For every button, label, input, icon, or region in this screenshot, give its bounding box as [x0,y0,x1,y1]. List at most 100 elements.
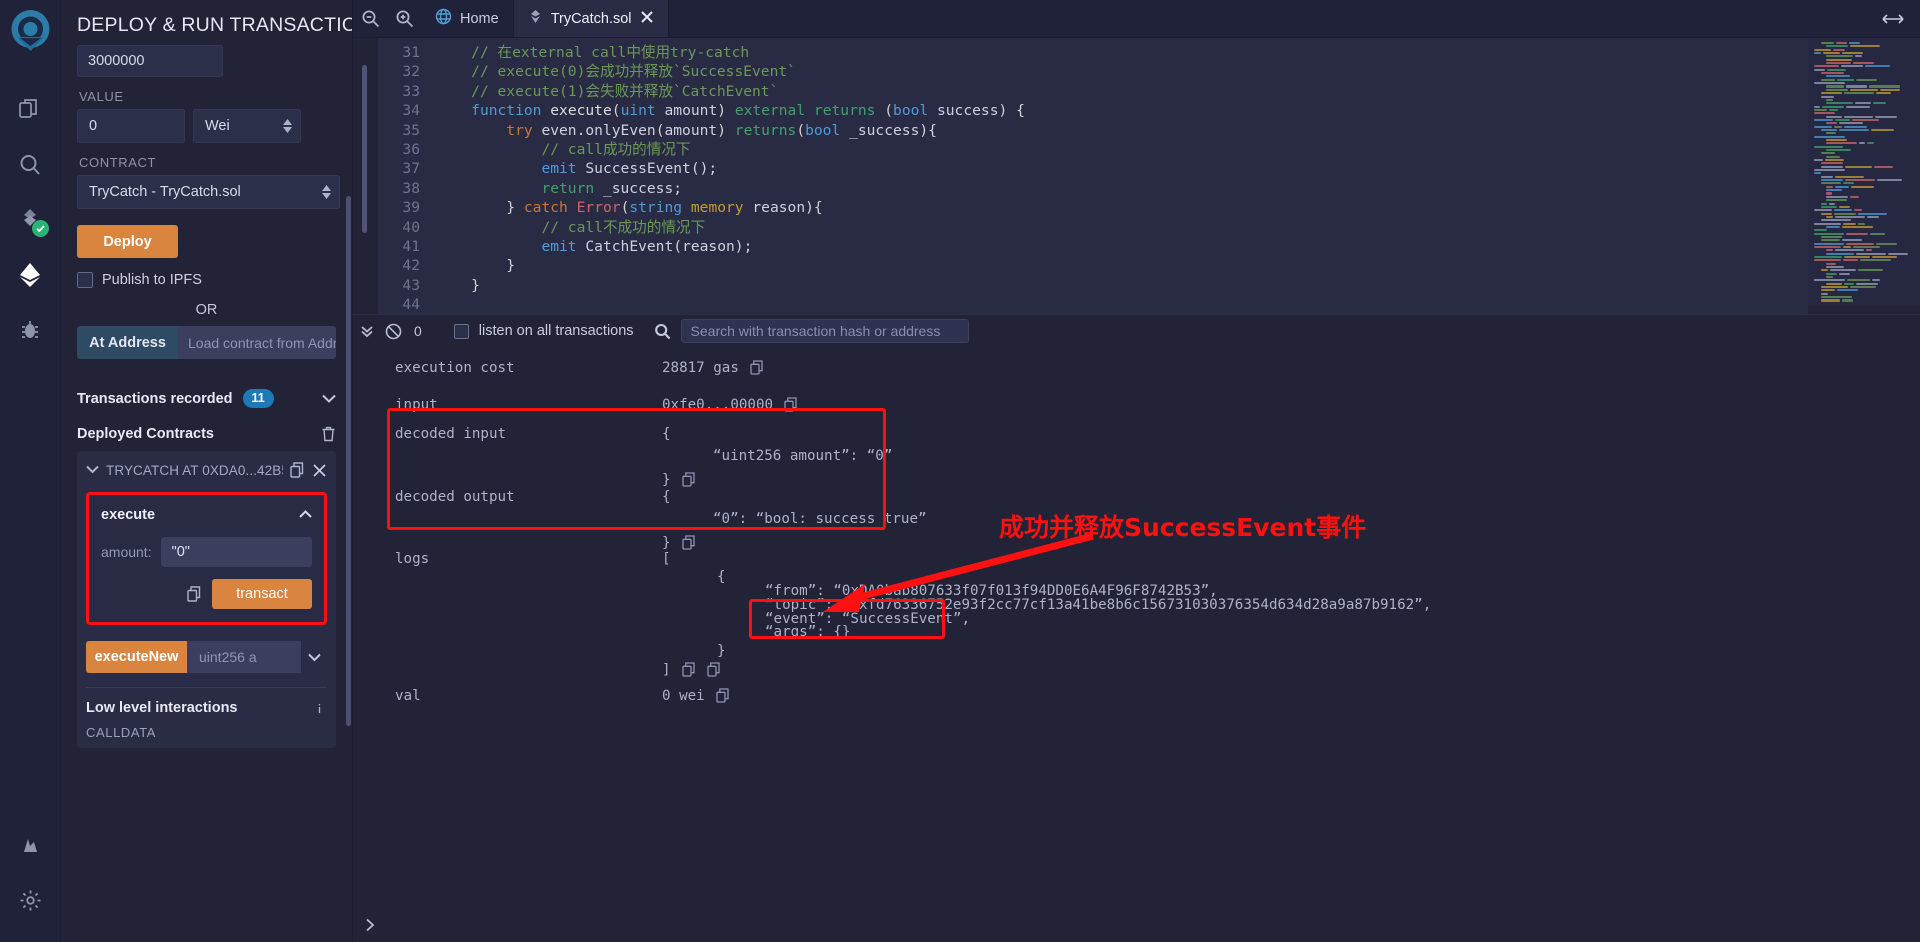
listen-all-transactions-checkbox[interactable] [454,324,469,339]
decoded-input-open-brace: { [662,426,671,442]
minimap-line [1814,279,1914,281]
minimap-line [1814,236,1914,238]
deploy-button[interactable]: Deploy [77,225,178,258]
minimap-line [1814,119,1914,121]
copy-icon[interactable] [750,360,764,375]
value-row: 0 Wei [77,109,336,143]
sidebar-item-plugin-manager[interactable] [0,818,61,873]
minimap-line [1814,226,1914,228]
code-text: return _success; [436,179,682,198]
zoom-out-icon[interactable] [353,0,387,37]
execution-cost-value: 28817 gas [662,360,739,376]
minimap-line [1814,109,1914,111]
minimap-line [1814,246,1914,248]
tab-trycatch-label: TryCatch.sol [551,11,632,27]
sidebar-item-settings[interactable] [0,873,61,928]
minimap-line [1814,283,1914,285]
tab-home[interactable]: Home [421,0,514,37]
clear-deployed-trash-icon[interactable] [321,426,336,442]
clear-console-icon[interactable] [385,323,402,340]
copy-icon[interactable] [784,397,798,412]
sidebar-item-search[interactable] [0,137,61,192]
publish-ipfs-label: Publish to IPFS [102,272,202,288]
sidebar-item-deploy-run[interactable] [0,247,61,302]
transaction-search-input[interactable]: Search with transaction hash or address [681,319,969,343]
minimap-line [1814,233,1914,235]
sidebar-item-debugger[interactable] [0,302,61,357]
execute-new-button[interactable]: executeNew [86,641,187,673]
code-line: 39 } catch Error(string memory reason){ [378,198,1808,217]
execute-function-header[interactable]: execute [101,506,312,524]
close-instance-icon[interactable] [312,463,327,478]
minimap-line [1814,256,1914,258]
amount-input[interactable]: "0" [161,537,312,567]
copy-icon[interactable] [682,662,696,677]
logs-close-bracket-row: ] [662,662,721,678]
chevron-down-icon[interactable] [322,390,336,408]
left-panel-scrollbar[interactable] [346,196,351,726]
value-amount-input[interactable]: 0 [77,109,185,143]
minimap-line [1814,136,1914,138]
minimap-line [1814,229,1914,231]
sidebar-item-solidity-compiler[interactable] [0,192,61,247]
chevron-up-icon[interactable] [299,506,312,524]
at-address-input[interactable]: Load contract from Addre [178,326,336,359]
code-text: function execute(uint amount) external r… [436,101,1025,120]
transactions-recorded-row[interactable]: Transactions recorded 11 [77,389,336,410]
tab-trycatch-sol[interactable]: TryCatch.sol [514,0,669,37]
at-address-button[interactable]: At Address [77,326,178,359]
info-icon[interactable] [312,701,327,716]
code-pane[interactable]: 31 // 在external call中使用try-catch32 // ex… [378,38,1808,314]
minimap-line [1814,263,1914,265]
decoded-output-open: { [662,489,671,505]
copy-address-icon[interactable] [290,462,305,478]
execute-new-input[interactable]: uint256 a [187,641,301,673]
decoded-input-open: { [662,426,671,442]
minimap-line [1814,49,1914,51]
value-unit-select[interactable]: Wei [193,109,301,143]
copy-icon[interactable] [716,688,730,703]
minimap-line [1814,276,1914,278]
search-icon[interactable] [654,323,671,340]
chevron-down-icon[interactable] [301,641,327,673]
zoom-in-icon[interactable] [387,0,421,37]
publish-ipfs-row[interactable]: Publish to IPFS [77,272,336,288]
transactions-recorded-label: Transactions recorded [77,391,233,407]
close-tab-icon[interactable] [640,10,654,28]
minimap-line [1814,129,1914,131]
publish-ipfs-checkbox[interactable] [77,272,93,288]
code-text: } [436,276,480,295]
expand-right-icon[interactable] [363,918,377,937]
editor-minimap[interactable] [1808,38,1920,306]
minimap-line [1814,106,1914,108]
remix-ide-window: DEPLOY & RUN TRANSACTIONS 3000000 VALUE … [0,0,1920,942]
contract-select[interactable]: TryCatch - TryCatch.sol [77,175,340,209]
editor-vertical-scrollbar[interactable] [362,65,367,233]
deployed-instance-header[interactable]: TRYCATCH AT 0XDA0...42B53 (ME [86,461,327,479]
decoded-output-body-row: “0”: “bool: success true” [713,511,927,527]
copy-icon[interactable] [707,662,721,677]
input-value-row: 0xfe0...00000 [662,397,798,413]
copy-icon[interactable] [682,472,696,487]
code-line: 31 // 在external call中使用try-catch [378,43,1808,62]
activity-icon-bar [0,0,61,942]
minimap-line [1814,99,1914,101]
sidebar-item-file-explorer[interactable] [0,82,61,137]
at-address-row: At Address Load contract from Addre [77,326,336,359]
toggle-fullscreen-icon[interactable] [1866,0,1920,37]
line-number: 33 [378,82,436,101]
code-text: // call成功的情况下 [436,140,691,159]
amount-param-row: amount: "0" [101,537,312,567]
minimap-line [1814,116,1914,118]
gas-limit-input[interactable]: 3000000 [77,45,223,77]
collapse-terminal-icon[interactable] [359,323,375,339]
copy-icon[interactable] [682,535,696,550]
minimap-line [1814,213,1914,215]
copy-calldata-icon[interactable] [187,586,202,602]
transact-button[interactable]: transact [212,579,312,609]
minimap-line [1814,273,1914,275]
chevron-down-icon[interactable] [86,461,99,479]
line-number: 42 [378,256,436,275]
decoded-input-close-row: } [662,472,696,488]
remix-logo-icon[interactable] [6,6,55,60]
